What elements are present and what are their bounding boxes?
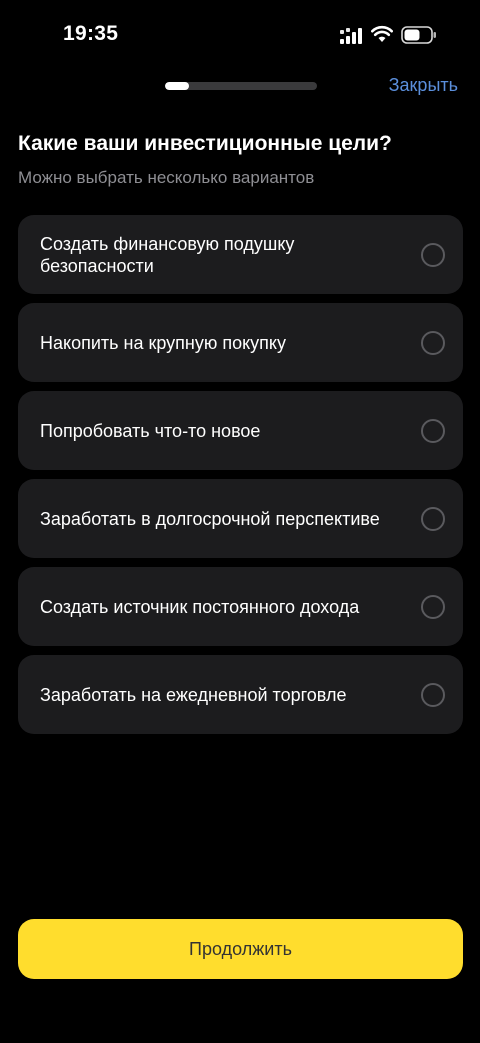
radio-button[interactable]: [421, 682, 445, 707]
radio-button[interactable]: [421, 330, 445, 355]
wifi-icon: [371, 26, 393, 42]
continue-button[interactable]: Продолжить: [18, 919, 463, 979]
option-financial-cushion[interactable]: Создать финансовую подушку безопасности: [18, 215, 463, 294]
battery-icon: [401, 26, 436, 44]
radio-button[interactable]: [421, 242, 445, 267]
page-title: Какие ваши инвестиционные цели?: [18, 132, 392, 155]
radio-button[interactable]: [421, 418, 445, 443]
radio-button[interactable]: [421, 594, 445, 619]
option-label: Создать источник постоянного дохода: [40, 596, 360, 617]
status-bar: 19:35: [0, 0, 480, 70]
option-label: Заработать на ежедневной торговле: [40, 684, 347, 705]
signal-icon: [340, 28, 362, 44]
option-long-term[interactable]: Заработать в долгосрочной перспективе: [18, 479, 463, 558]
option-passive-income[interactable]: Создать источник постоянного дохода: [18, 567, 463, 646]
option-try-new[interactable]: Попробовать что-то новое: [18, 391, 463, 470]
page-subtitle: Можно выбрать несколько вариантов: [18, 168, 315, 187]
option-big-purchase[interactable]: Накопить на крупную покупку: [18, 303, 463, 382]
progress-bar: [165, 82, 317, 90]
option-label: Создать финансовую подушку безопасности: [40, 233, 295, 276]
option-label: Накопить на крупную покупку: [40, 332, 287, 353]
options-list: Создать финансовую подушку безопасности …: [18, 215, 463, 743]
option-label: Заработать в долгосрочной перспективе: [40, 508, 380, 529]
option-label: Попробовать что-то новое: [40, 420, 261, 441]
radio-button[interactable]: [421, 506, 445, 531]
option-daily-trading[interactable]: Заработать на ежедневной торговле: [18, 655, 463, 734]
status-time: 19:35: [63, 22, 119, 45]
close-button[interactable]: Закрыть: [389, 75, 458, 96]
progress-fill: [165, 82, 190, 90]
